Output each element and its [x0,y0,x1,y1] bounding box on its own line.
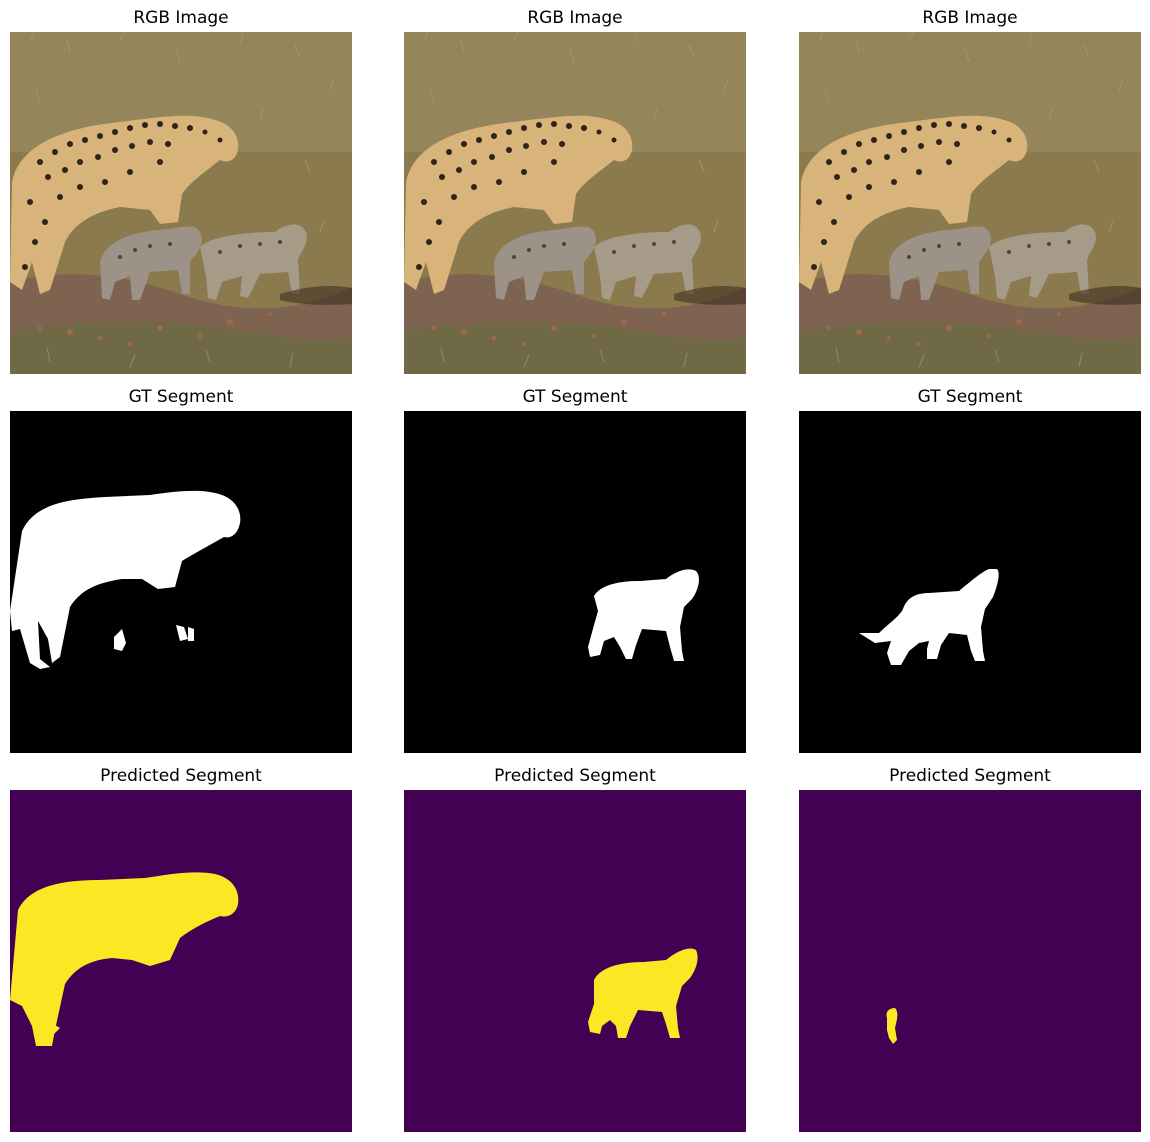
panel-title: RGB Image [133,8,229,28]
panel-title: Predicted Segment [889,766,1051,786]
panel-title: Predicted Segment [100,766,262,786]
gt-mask [799,411,1141,753]
panel-title: RGB Image [527,8,623,28]
gt-mask [404,411,746,753]
figure: { "row_titles": { "rgb": "RGB Image", "g… [0,0,1150,1142]
rgb-image [10,32,352,374]
panel-title: RGB Image [922,8,1018,28]
panel-title: GT Segment [917,387,1023,407]
rgb-image [404,32,746,374]
rgb-image [799,32,1141,374]
gt-mask [10,411,352,753]
predicted-mask [10,790,352,1132]
panel-title: GT Segment [128,387,234,407]
predicted-mask [799,790,1141,1132]
predicted-mask [404,790,746,1132]
panel-title: Predicted Segment [494,766,656,786]
panel-title: GT Segment [522,387,628,407]
